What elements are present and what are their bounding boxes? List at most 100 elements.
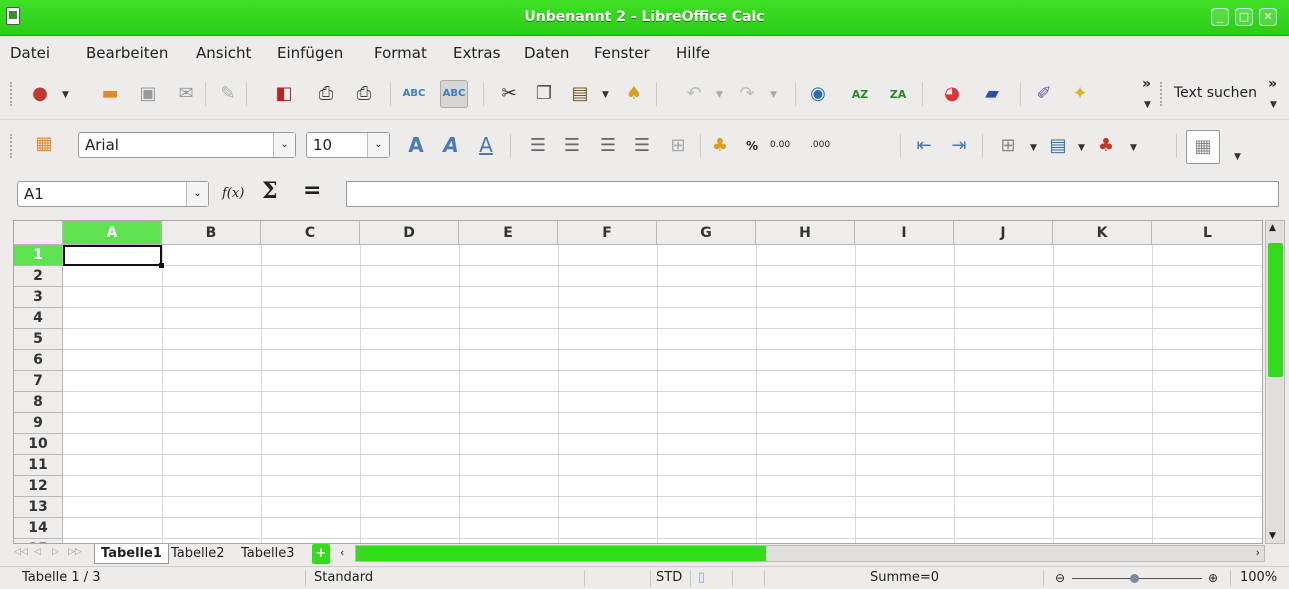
last-sheet-icon[interactable]: ▷▷ [68, 547, 82, 557]
row-header[interactable]: 1 [14, 245, 63, 266]
styles-icon[interactable]: ▦ [30, 130, 58, 158]
row-header[interactable]: 14 [14, 518, 63, 539]
page-style[interactable]: Standard [314, 567, 373, 589]
zoom-slider-knob[interactable] [1130, 574, 1139, 583]
borders-icon[interactable]: ⊞ [994, 132, 1022, 160]
row-header[interactable]: 2 [14, 266, 63, 287]
menu-format[interactable]: Format [374, 44, 427, 62]
font-color-icon[interactable]: ♣ [1092, 132, 1120, 160]
vertical-scroll-thumb[interactable] [1268, 243, 1283, 377]
maximize-icon[interactable]: □ [1235, 8, 1253, 26]
row-header[interactable]: 12 [14, 476, 63, 497]
sort-ascending-icon[interactable]: AZ [846, 80, 874, 108]
column-header-l[interactable]: L [1152, 221, 1262, 245]
zoom-in-icon[interactable]: ⊕ [1208, 567, 1218, 589]
cut-icon[interactable]: ✂ [495, 80, 523, 108]
export-pdf-icon[interactable]: ◧ [270, 80, 298, 108]
bold-icon[interactable]: A [402, 131, 430, 159]
column-header-g[interactable]: G [657, 221, 756, 245]
decrease-indent-icon[interactable]: ⇤ [910, 132, 938, 160]
vertical-scrollbar[interactable]: ▲ ▼ [1265, 220, 1285, 544]
font-name-combo[interactable]: Arial ⌄ [78, 132, 296, 158]
align-center-icon[interactable]: ☰ [558, 132, 586, 160]
redo-icon[interactable]: ↷ [733, 80, 761, 108]
column-header-d[interactable]: D [360, 221, 459, 245]
add-decimal-icon[interactable]: 0.00 [770, 140, 790, 150]
menu-ansicht[interactable]: Ansicht [196, 44, 251, 62]
align-right-icon[interactable]: ☰ [594, 132, 622, 160]
spellcheck-icon[interactable]: ABC [400, 80, 428, 108]
draw-functions-icon[interactable]: ✐ [1030, 80, 1058, 108]
function-wizard-icon[interactable]: f(x) [222, 186, 244, 201]
redo-dropdown-icon[interactable]: ▼ [770, 90, 777, 100]
column-header-f[interactable]: F [558, 221, 657, 245]
column-header-h[interactable]: H [756, 221, 855, 245]
scroll-right-icon[interactable]: › [1256, 546, 1260, 559]
column-header-i[interactable]: I [855, 221, 954, 245]
cell-cursor-a1[interactable] [63, 245, 164, 268]
horizontal-scroll-thumb[interactable] [356, 546, 766, 561]
find-overflow-icon[interactable]: » [1268, 76, 1277, 92]
spreadsheet-grid[interactable]: A B C D E F G H I J K L 1 2 3 4 5 6 7 8 … [13, 220, 1263, 544]
menu-extras[interactable]: Extras [453, 44, 500, 62]
delete-decimal-icon[interactable]: .000 [810, 140, 830, 150]
column-header-a[interactable]: A [63, 221, 162, 245]
column-header-j[interactable]: J [954, 221, 1053, 245]
new-dropdown-icon[interactable]: ▼ [62, 90, 69, 100]
menu-daten[interactable]: Daten [524, 44, 569, 62]
row-header[interactable]: 13 [14, 497, 63, 518]
sheet-tab-tabelle2[interactable]: Tabelle2 [168, 544, 228, 564]
background-color-icon[interactable]: ▤ [1044, 132, 1072, 160]
add-sheet-icon[interactable]: + [312, 544, 330, 564]
grid-lines-icon[interactable]: ▦ [1186, 130, 1220, 164]
row-header[interactable]: 7 [14, 371, 63, 392]
find-text-button[interactable]: Text suchen [1174, 85, 1257, 101]
scroll-down-icon[interactable]: ▼ [1269, 531, 1276, 541]
menu-datei[interactable]: Datei [10, 44, 50, 62]
zoom-out-icon[interactable]: ⊖ [1055, 567, 1065, 589]
borders-dropdown-icon[interactable]: ▼ [1030, 143, 1037, 153]
column-header-c[interactable]: C [261, 221, 360, 245]
toolbar-overflow-icon[interactable]: » [1142, 76, 1151, 92]
column-header-e[interactable]: E [459, 221, 558, 245]
chart-icon[interactable]: ◕ [938, 80, 966, 108]
copy-icon[interactable]: ❐ [530, 80, 558, 108]
row-header[interactable]: 11 [14, 455, 63, 476]
menu-fenster[interactable]: Fenster [594, 44, 650, 62]
chevron-down-icon[interactable]: ⌄ [273, 133, 295, 157]
print-preview-icon[interactable]: ⎙ [350, 80, 378, 108]
next-sheet-icon[interactable]: ▷ [52, 547, 59, 557]
navigator-icon[interactable]: ✦ [1066, 80, 1094, 108]
toolbar-grip[interactable] [10, 82, 14, 106]
prev-sheet-icon[interactable]: ◁ [34, 547, 41, 557]
column-header-k[interactable]: K [1053, 221, 1152, 245]
font-size-combo[interactable]: 10 ⌄ [306, 132, 390, 158]
edit-mode-icon[interactable]: ✎ [214, 80, 242, 108]
pivot-table-icon[interactable]: ▰ [978, 80, 1006, 108]
merge-cells-icon[interactable]: ⊞ [664, 132, 692, 160]
open-folder-icon[interactable]: ▬ [96, 80, 124, 108]
row-header[interactable]: 5 [14, 329, 63, 350]
currency-icon[interactable]: ♣ [706, 132, 734, 160]
increase-indent-icon[interactable]: ⇥ [945, 132, 973, 160]
underline-icon[interactable]: A [472, 131, 500, 159]
scroll-left-icon[interactable]: ‹ [340, 546, 344, 559]
undo-dropdown-icon[interactable]: ▼ [716, 90, 723, 100]
paste-dropdown-icon[interactable]: ▼ [602, 90, 609, 100]
function-icon[interactable]: = [303, 178, 321, 203]
selection-mode[interactable]: STD [656, 567, 682, 589]
email-icon[interactable]: ✉ [172, 80, 200, 108]
find-toolbar-grip[interactable] [1160, 82, 1164, 106]
clone-formatting-icon[interactable]: ♠ [620, 80, 648, 108]
row-header[interactable]: 8 [14, 392, 63, 413]
name-box[interactable]: A1 ⌄ [17, 181, 209, 207]
italic-icon[interactable]: A [437, 131, 465, 159]
new-document-icon[interactable]: ● [26, 80, 54, 108]
find-options-icon[interactable]: ▼ [1270, 100, 1277, 110]
chevron-down-icon[interactable]: ⌄ [367, 133, 389, 157]
paste-icon[interactable]: ▤ [566, 80, 594, 108]
toolbar-options-icon[interactable]: ▼ [1234, 152, 1241, 162]
zoom-level[interactable]: 100% [1240, 567, 1277, 589]
save-icon[interactable]: ▣ [134, 80, 162, 108]
percent-icon[interactable]: % [746, 139, 758, 153]
